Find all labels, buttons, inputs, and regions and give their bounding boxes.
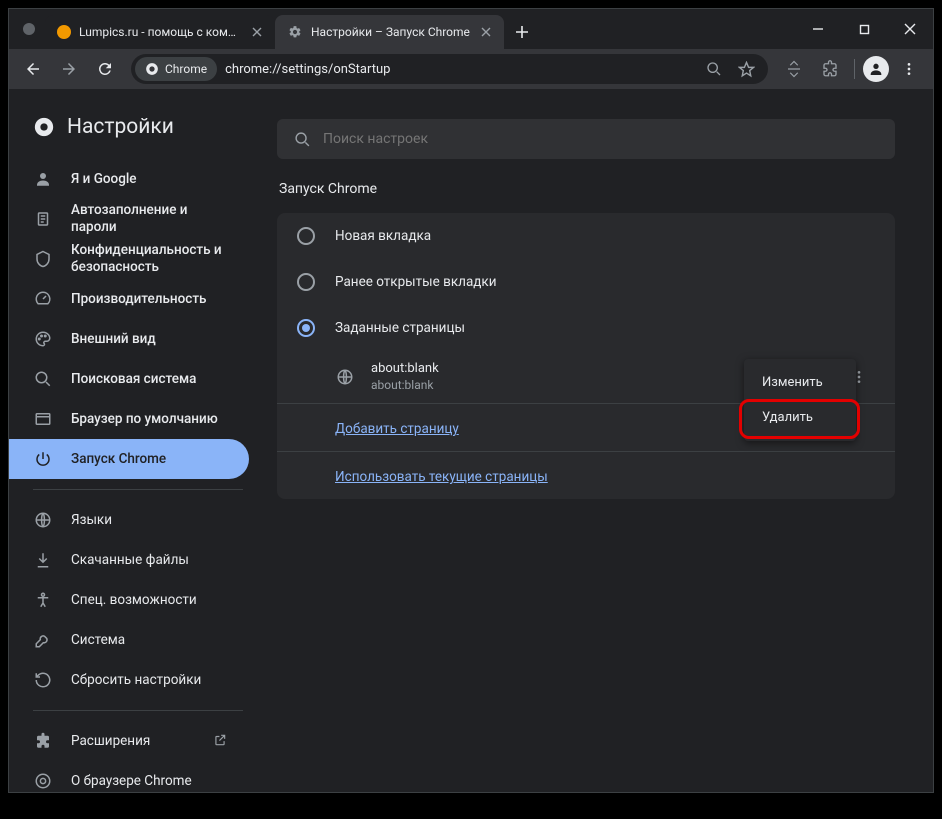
globe-icon	[33, 510, 53, 530]
person-icon	[33, 169, 53, 189]
wrench-icon	[33, 630, 53, 650]
sidebar-item-system[interactable]: Система	[9, 620, 249, 660]
radio-continue[interactable]: Ранее открытые вкладки	[277, 259, 895, 305]
sidebar-item-downloads[interactable]: Скачанные файлы	[9, 540, 249, 580]
external-link-icon	[213, 733, 229, 749]
radio-icon	[297, 319, 315, 337]
reset-icon	[33, 670, 53, 690]
section-title: Запуск Chrome	[277, 181, 895, 197]
gear-icon	[287, 24, 303, 40]
clipboard-icon	[33, 209, 53, 229]
tab-search-icon[interactable]	[23, 23, 35, 35]
favicon-icon	[57, 25, 71, 39]
search-input[interactable]	[323, 131, 879, 147]
accessibility-icon	[33, 590, 53, 610]
extensions-icon[interactable]	[814, 53, 846, 85]
chrome-icon	[33, 771, 53, 791]
radio-icon	[297, 227, 315, 245]
sidebar-item-appearance[interactable]: Внешний вид	[9, 319, 249, 359]
address-bar[interactable]: Chrome chrome://settings/onStartup	[131, 54, 768, 84]
sidebar-title: Настройки	[67, 115, 174, 139]
search-settings[interactable]	[277, 119, 895, 159]
sidebar-item-you-and-google[interactable]: Я и Google	[9, 159, 249, 199]
sidebar-item-extensions[interactable]: Расширения	[9, 721, 249, 761]
new-tab-button[interactable]	[508, 18, 536, 46]
divider	[854, 59, 855, 79]
sidebar-item-search[interactable]: Поисковая система	[9, 359, 249, 399]
sidebar-item-privacy[interactable]: Конфиденциальность и безопасность	[9, 239, 249, 279]
context-menu: Изменить Удалить	[744, 359, 856, 441]
use-current-link[interactable]: Использовать текущие страницы	[335, 469, 548, 485]
add-page-link[interactable]: Добавить страницу	[335, 421, 459, 437]
browser-toolbar: Chrome chrome://settings/onStartup	[9, 49, 933, 89]
recycle-icon[interactable]	[778, 53, 810, 85]
startup-card: Новая вкладка Ранее открытые вкладки Зад…	[277, 213, 895, 499]
context-menu-edit[interactable]: Изменить	[744, 365, 856, 400]
url-text: chrome://settings/onStartup	[225, 62, 694, 77]
close-icon[interactable]	[478, 24, 494, 40]
sidebar-item-accessibility[interactable]: Спец. возможности	[9, 580, 249, 620]
use-current-row: Использовать текущие страницы	[277, 451, 895, 499]
sidebar-header: Настройки	[9, 107, 263, 159]
sidebar-item-on-startup[interactable]: Запуск Chrome	[9, 439, 249, 479]
context-menu-delete[interactable]: Удалить	[744, 400, 856, 435]
puzzle-icon	[33, 731, 53, 751]
globe-icon	[335, 367, 355, 387]
chip-label: Chrome	[165, 62, 207, 76]
sidebar-item-languages[interactable]: Языки	[9, 500, 249, 540]
chrome-logo-icon	[33, 116, 55, 138]
radio-label: Заданные страницы	[335, 320, 465, 336]
zoom-icon[interactable]	[702, 57, 726, 81]
radio-label: Ранее открытые вкладки	[335, 274, 497, 290]
radio-icon	[297, 273, 315, 291]
tab-strip: Lumpics.ru - помощь с компью Настройки –…	[9, 15, 795, 49]
sidebar-item-autofill[interactable]: Автозаполнение и пароли	[9, 199, 249, 239]
maximize-button[interactable]	[841, 9, 887, 49]
profile-avatar[interactable]	[863, 56, 889, 82]
bookmark-icon[interactable]	[734, 57, 758, 81]
close-icon[interactable]	[249, 24, 265, 40]
palette-icon	[33, 329, 53, 349]
download-icon	[33, 550, 53, 570]
browser-tab-0[interactable]: Lumpics.ru - помощь с компью	[45, 15, 275, 49]
search-icon	[33, 369, 53, 389]
shield-icon	[33, 249, 53, 269]
minimize-button[interactable]	[795, 9, 841, 49]
power-icon	[33, 449, 53, 469]
sidebar-item-about[interactable]: О браузере Chrome	[9, 761, 249, 792]
chrome-icon	[145, 62, 159, 76]
radio-new-tab[interactable]: Новая вкладка	[277, 213, 895, 259]
origin-chip[interactable]: Chrome	[135, 57, 217, 81]
sidebar-item-default-browser[interactable]: Браузер по умолчанию	[9, 399, 249, 439]
back-button[interactable]	[17, 53, 49, 85]
window-icon	[33, 409, 53, 429]
window-controls	[795, 9, 933, 49]
radio-label: Новая вкладка	[335, 228, 431, 244]
browser-tab-1[interactable]: Настройки – Запуск Chrome	[275, 15, 504, 49]
reload-button[interactable]	[89, 53, 121, 85]
menu-button[interactable]	[893, 53, 925, 85]
tab-title: Настройки – Запуск Chrome	[311, 25, 470, 39]
sidebar-item-performance[interactable]: Производительность	[9, 279, 249, 319]
settings-sidebar: Настройки Я и Google Автозаполнение и па…	[9, 89, 263, 792]
speedometer-icon	[33, 289, 53, 309]
tab-title: Lumpics.ru - помощь с компью	[79, 25, 241, 39]
divider	[33, 710, 243, 711]
radio-specific-pages[interactable]: Заданные страницы	[277, 305, 895, 351]
divider	[33, 489, 243, 490]
sidebar-item-reset[interactable]: Сбросить настройки	[9, 660, 249, 700]
close-window-button[interactable]	[887, 9, 933, 49]
window-titlebar: Lumpics.ru - помощь с компью Настройки –…	[9, 9, 933, 49]
search-icon	[293, 130, 311, 148]
forward-button[interactable]	[53, 53, 85, 85]
